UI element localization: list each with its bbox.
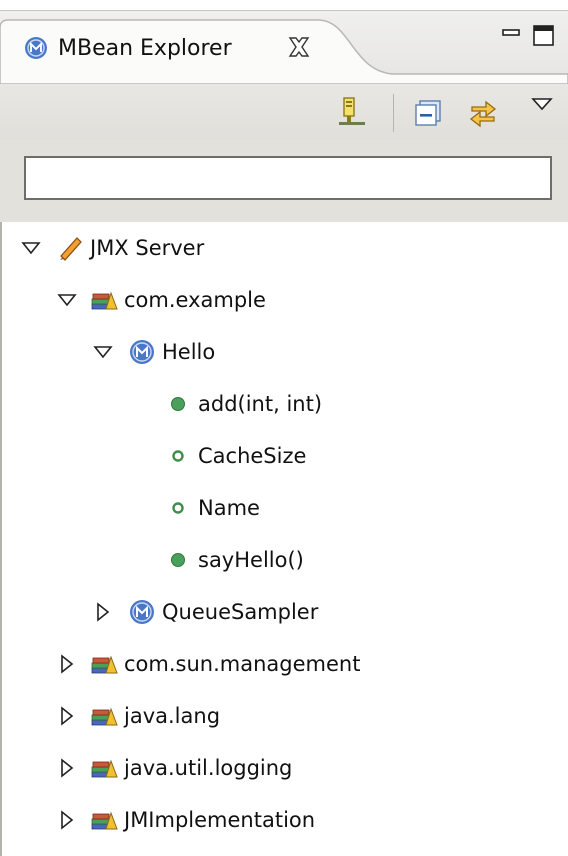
expanded-triangle-icon[interactable] bbox=[20, 237, 42, 259]
mbean-explorer-view: MBean Explorer JMX Server com.example He… bbox=[0, 0, 568, 856]
package-books-icon bbox=[91, 759, 118, 778]
tree-node-label: Name bbox=[198, 496, 260, 520]
expanded-triangle-icon[interactable] bbox=[56, 289, 78, 311]
operation-dot-icon bbox=[171, 553, 185, 567]
view-menu-chevron-icon[interactable] bbox=[530, 96, 554, 114]
maximize-icon[interactable] bbox=[532, 24, 556, 48]
mbean-icon bbox=[130, 340, 154, 364]
close-icon[interactable] bbox=[286, 34, 312, 60]
collapsed-triangle-icon[interactable] bbox=[56, 757, 78, 779]
package-books-icon bbox=[91, 291, 118, 310]
tree-node-jmx-server[interactable]: JMX Server bbox=[20, 226, 204, 270]
tab-explorer[interactable]: MBean Explorer bbox=[24, 32, 232, 64]
toolbar-separator bbox=[393, 94, 394, 132]
tree-node-queuesampler[interactable]: QueueSampler bbox=[92, 590, 318, 634]
package-books-icon bbox=[91, 811, 118, 830]
attribute-ring-icon bbox=[172, 502, 184, 514]
tree-node-java-lang[interactable]: java.lang bbox=[56, 694, 220, 738]
collapse-all-icon[interactable] bbox=[412, 96, 446, 130]
server-pencil-icon bbox=[60, 237, 82, 261]
tree-node-label: Hello bbox=[162, 340, 216, 364]
collapsed-triangle-icon[interactable] bbox=[56, 705, 78, 727]
mbean-icon bbox=[130, 600, 154, 624]
tree-node-java-util-logging[interactable]: java.util.logging bbox=[56, 746, 292, 790]
collapsed-triangle-icon[interactable] bbox=[92, 601, 114, 623]
tree-node-label: java.lang bbox=[124, 704, 221, 728]
collapsed-triangle-icon[interactable] bbox=[56, 653, 78, 675]
tree-node-label: CacheSize bbox=[198, 444, 307, 468]
tree-node-label: java.util.logging bbox=[124, 756, 293, 780]
expanded-triangle-icon[interactable] bbox=[92, 341, 114, 363]
tree-node-hello[interactable]: Hello bbox=[92, 330, 215, 374]
minimize-icon[interactable] bbox=[500, 24, 524, 48]
tree-node-label: com.example bbox=[124, 288, 266, 312]
tree-node-com-example[interactable]: com.example bbox=[56, 278, 266, 322]
tree-node-label: QueueSampler bbox=[162, 600, 319, 624]
collapsed-triangle-icon[interactable] bbox=[56, 809, 78, 831]
filter-area bbox=[0, 140, 568, 222]
tree-node-jmimplementation[interactable]: JMImplementation bbox=[56, 798, 315, 842]
attribute-ring-icon bbox=[172, 450, 184, 462]
tree-node-label: JMImplementation bbox=[124, 808, 316, 832]
operation-dot-icon bbox=[171, 397, 185, 411]
tree-node-label: JMX Server bbox=[90, 236, 205, 260]
package-books-icon bbox=[91, 655, 118, 674]
tree-node-add-operation[interactable]: add(int, int) bbox=[128, 382, 322, 426]
tree-node-sayhello-operation[interactable]: sayHello() bbox=[128, 538, 304, 582]
filter-input[interactable] bbox=[24, 156, 552, 200]
view-toolbar bbox=[0, 84, 568, 140]
new-connection-icon[interactable] bbox=[334, 96, 368, 130]
tree-node-name-attribute[interactable]: Name bbox=[128, 486, 260, 530]
tree-node-label: sayHello() bbox=[198, 548, 304, 572]
tree-node-label: com.sun.management bbox=[124, 652, 361, 676]
tree-node-com-sun-management[interactable]: com.sun.management bbox=[56, 642, 360, 686]
mbean-icon bbox=[25, 37, 47, 59]
tree-node-label: add(int, int) bbox=[198, 392, 323, 416]
tab-title-label: MBean Explorer bbox=[58, 35, 232, 61]
package-books-icon bbox=[91, 707, 118, 726]
tree-node-cachesize-attribute[interactable]: CacheSize bbox=[128, 434, 306, 478]
link-with-editor-icon[interactable] bbox=[466, 96, 500, 130]
mbean-tree: JMX Server com.example Hello add(int, in… bbox=[0, 222, 568, 856]
view-tab-bar: MBean Explorer bbox=[0, 0, 568, 84]
